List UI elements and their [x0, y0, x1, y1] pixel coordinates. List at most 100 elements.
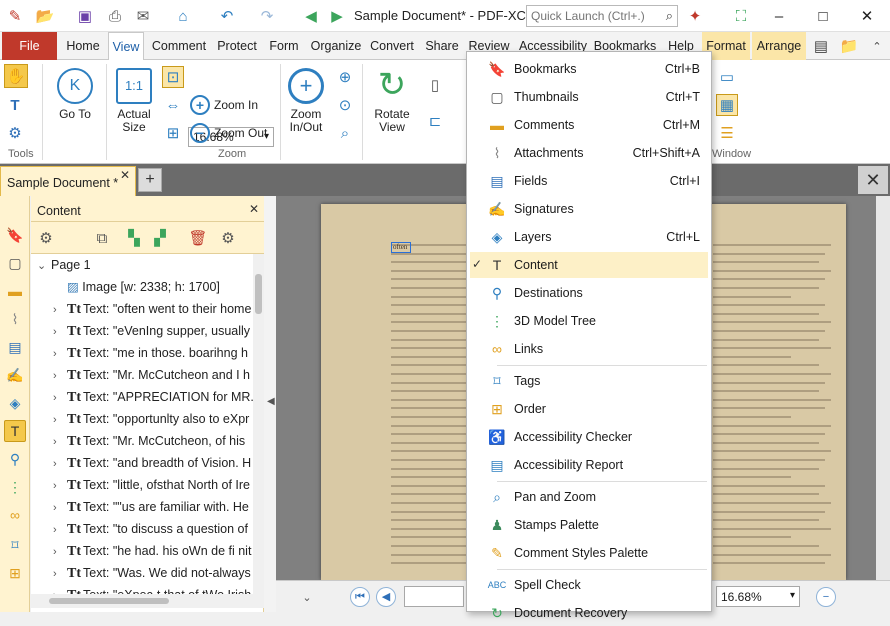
- menu-item-bookmarks[interactable]: 🔖 Bookmarks Ctrl+B: [470, 56, 708, 82]
- tree-text-node[interactable]: › Tt Text: ""us are familiar with. He: [31, 496, 253, 518]
- delete-icon[interactable]: 🗑: [187, 227, 209, 249]
- menu-item-comments[interactable]: ▬ Comments Ctrl+M: [470, 112, 708, 138]
- tab-share[interactable]: Share: [422, 32, 462, 60]
- tab-arrange[interactable]: Arrange: [752, 32, 806, 60]
- pane-splitter[interactable]: ◀: [264, 196, 276, 612]
- document-properties-icon[interactable]: ▤: [810, 35, 832, 57]
- menu-item-accessibility-report[interactable]: ▤ Accessibility Report: [470, 452, 708, 478]
- signatures-pane-icon[interactable]: ✍: [4, 364, 26, 386]
- collapsed-chevron-icon[interactable]: ›: [53, 321, 67, 342]
- collapsed-chevron-icon[interactable]: ›: [53, 409, 67, 430]
- zoom-status-select[interactable]: 16.68% ▾: [716, 586, 800, 607]
- content-panel-close-icon[interactable]: ✕: [249, 202, 259, 216]
- tree-text-node[interactable]: › Tt Text: "APPRECIATION for MR. M: [31, 386, 253, 408]
- order-pane-icon[interactable]: ⊞: [4, 562, 26, 584]
- menu-item-accessibility-checker[interactable]: ♿ Accessibility Checker: [470, 424, 708, 450]
- fullscreen-icon[interactable]: ⛶: [730, 5, 752, 27]
- tab-view[interactable]: View: [108, 32, 144, 61]
- back-icon[interactable]: ◀: [300, 5, 322, 27]
- thumbnails-pane-icon[interactable]: ▢: [4, 252, 26, 274]
- window-list-icon[interactable]: ☰: [716, 122, 738, 144]
- page-layout-icon[interactable]: ▯: [424, 74, 446, 96]
- close-window-button[interactable]: ✕: [852, 4, 882, 28]
- arrange-windows-icon[interactable]: ▦: [716, 94, 738, 116]
- minimize-button[interactable]: –: [764, 4, 794, 28]
- attachments-pane-icon[interactable]: ⌇: [4, 308, 26, 330]
- zoom-in-button[interactable]: + Zoom In: [190, 94, 258, 116]
- collapsed-chevron-icon[interactable]: ›: [53, 497, 67, 518]
- fields-pane-icon[interactable]: ▤: [4, 336, 26, 358]
- previous-page-button[interactable]: ◀: [376, 587, 396, 607]
- loupe-icon[interactable]: ⌕: [334, 122, 356, 144]
- options-chevron-icon[interactable]: ⌄: [296, 586, 318, 608]
- redo-icon[interactable]: ↷: [256, 5, 278, 27]
- collapsed-chevron-icon[interactable]: ›: [53, 585, 67, 594]
- go-to-button[interactable]: K Go To: [50, 68, 100, 121]
- close-document-button[interactable]: ✕: [858, 166, 888, 194]
- tree-text-node[interactable]: › Tt Text: "eVenIng supper, usually: [31, 320, 253, 342]
- zoom-out-button[interactable]: − Zoom Out: [190, 122, 267, 144]
- menu-item-stamps-palette[interactable]: ♟ Stamps Palette: [470, 512, 708, 538]
- tree-text-node[interactable]: › Tt Text: "me in those. boarihng h: [31, 342, 253, 364]
- collapse-pane-icon[interactable]: ◀: [267, 396, 275, 407]
- ungroup-objects-icon[interactable]: ▞: [149, 227, 171, 249]
- content-pane-icon[interactable]: T: [4, 420, 26, 442]
- quick-launch-input[interactable]: [527, 6, 655, 26]
- tree-text-node[interactable]: › Tt Text: "Mr. McCutcheon and I h: [31, 364, 253, 386]
- tab-comment[interactable]: Comment: [148, 32, 210, 60]
- tags-pane-icon[interactable]: ⌑: [4, 534, 26, 556]
- menu-item-links[interactable]: ∞ Links: [470, 336, 708, 362]
- tab-protect[interactable]: Protect: [214, 32, 260, 60]
- forward-icon[interactable]: ▶: [326, 5, 348, 27]
- collapsed-chevron-icon[interactable]: ›: [53, 299, 67, 320]
- menu-item-3d-model-tree[interactable]: ⋮ 3D Model Tree: [470, 308, 708, 334]
- tree-text-node[interactable]: › Tt Text: "Was. We did not-always: [31, 562, 253, 584]
- collapsed-chevron-icon[interactable]: ›: [53, 519, 67, 540]
- tree-image-node[interactable]: ▨ Image [w: 2338; h: 1700]: [31, 276, 253, 298]
- toolbar-options-icon[interactable]: ✦: [684, 5, 706, 27]
- tree-text-node[interactable]: › Tt Text: "little, ofsthat North of Ire: [31, 474, 253, 496]
- tab-file[interactable]: File: [2, 32, 57, 60]
- menu-item-pan-and-zoom[interactable]: ⌕ Pan and Zoom: [470, 484, 708, 510]
- close-tab-icon[interactable]: ✕: [120, 168, 130, 182]
- menu-item-spell-check[interactable]: ABC Spell Check: [470, 572, 708, 598]
- menu-item-comment-styles-palette[interactable]: ✎ Comment Styles Palette: [470, 540, 708, 566]
- content-tree-hscrollbar[interactable]: [31, 594, 264, 608]
- first-page-button[interactable]: ⏮: [350, 587, 370, 607]
- hand-tool-icon[interactable]: ✋: [4, 64, 28, 88]
- tree-text-node[interactable]: › Tt Text: "he had. his oWn de fi nit: [31, 540, 253, 562]
- document-tab[interactable]: Sample Document *: [0, 166, 136, 196]
- fit-visible-icon[interactable]: ⊞: [162, 122, 184, 144]
- zoom-marquee-icon[interactable]: ⊙: [334, 94, 356, 116]
- options-gear-icon[interactable]: ⚙: [35, 227, 57, 249]
- layers-pane-icon[interactable]: ◈: [4, 392, 26, 414]
- collapsed-chevron-icon[interactable]: ›: [53, 475, 67, 496]
- new-tab-button[interactable]: +: [138, 168, 162, 192]
- scroll-thumb[interactable]: [255, 274, 262, 314]
- destinations-pane-icon[interactable]: ⚲: [4, 448, 26, 470]
- document-vscrollbar[interactable]: [876, 196, 890, 580]
- print-icon[interactable]: ⎙: [104, 5, 126, 27]
- fit-width-icon[interactable]: ⇔: [162, 94, 184, 116]
- collapsed-chevron-icon[interactable]: ›: [53, 431, 67, 452]
- collapsed-chevron-icon[interactable]: ›: [53, 453, 67, 474]
- zoom-in-out-button[interactable]: + Zoom In/Out: [284, 68, 328, 134]
- fit-page-icon[interactable]: ⊡: [162, 66, 184, 88]
- collapsed-chevron-icon[interactable]: ›: [53, 563, 67, 584]
- menu-item-attachments[interactable]: ⌇ Attachments Ctrl+Shift+A: [470, 140, 708, 166]
- menu-item-signatures[interactable]: ✍ Signatures: [470, 196, 708, 222]
- collapsed-chevron-icon[interactable]: ›: [53, 387, 67, 408]
- group-objects-icon[interactable]: ▚: [123, 227, 145, 249]
- menu-item-content[interactable]: ✓ T Content: [470, 252, 708, 278]
- properties-icon[interactable]: ⚙: [217, 227, 239, 249]
- email-icon[interactable]: ✉: [132, 5, 154, 27]
- collapsed-chevron-icon[interactable]: ›: [53, 365, 67, 386]
- save-icon[interactable]: ▣: [74, 5, 96, 27]
- tree-text-node[interactable]: › Tt Text: "to discuss a question of: [31, 518, 253, 540]
- tree-page-node[interactable]: ⌄ Page 1: [31, 254, 253, 276]
- select-text-tool-icon[interactable]: T: [4, 94, 26, 116]
- tree-text-node[interactable]: › Tt Text: "and breadth of Vision. H: [31, 452, 253, 474]
- tree-text-node[interactable]: ›TtText: "eXpec-t that of tWo Irish: [31, 584, 253, 594]
- quick-launch-box[interactable]: ⌕: [526, 5, 678, 27]
- tree-text-node[interactable]: › Tt Text: "Mr. McCutcheon, of his: [31, 430, 253, 452]
